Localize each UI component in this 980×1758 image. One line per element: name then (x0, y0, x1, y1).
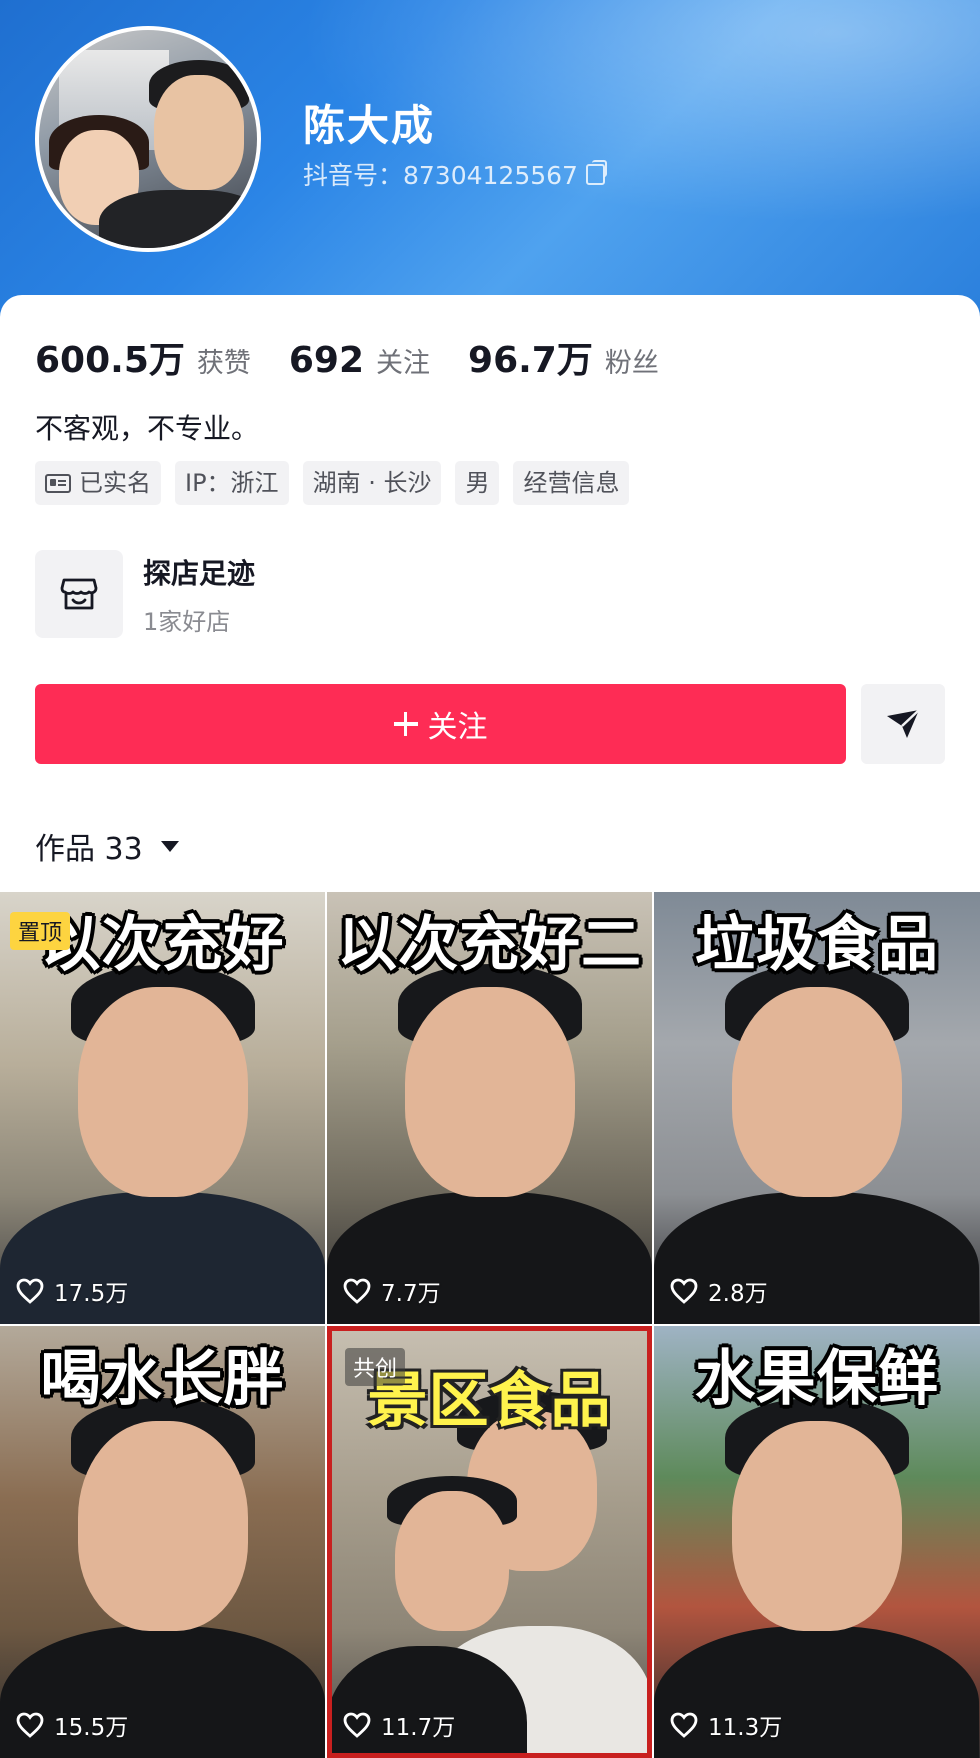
tag-location[interactable]: 湖南 · 长沙 (302, 461, 442, 505)
plus-icon (393, 712, 418, 736)
video-title: 水果保鲜 (695, 1344, 939, 1414)
like-count-text: 11.3万 (708, 1715, 783, 1741)
tag-label: 已实名 (79, 469, 151, 497)
tag-label: 男 (465, 469, 490, 497)
stat-followers[interactable]: 96.7万 粉丝 (468, 331, 659, 383)
person-face (405, 987, 575, 1197)
stat-following[interactable]: 692 关注 (289, 340, 430, 381)
like-count: 11.7万 (343, 1708, 455, 1742)
heart-icon (670, 1278, 698, 1304)
heart-icon (16, 1278, 44, 1304)
video-title: 喝水长胖 (40, 1344, 285, 1414)
like-count: 2.8万 (670, 1274, 768, 1308)
shop-title: 探店足迹 (143, 556, 256, 590)
video-title: 垃圾食品 (695, 910, 939, 980)
stat-likes: 600.5万 获赞 (35, 331, 251, 383)
id-card-icon (45, 473, 71, 493)
follow-label: 关注 (427, 711, 488, 744)
video-thumbnail[interactable]: 以次充好 置顶 17.5万 (0, 892, 325, 1324)
stats-row: 600.5万 获赞 692 关注 96.7万 粉丝 (35, 331, 697, 383)
person-face (732, 987, 902, 1197)
works-label: 作品 33 (35, 832, 143, 867)
avatar-face (154, 75, 244, 190)
stat-label: 获赞 (196, 348, 251, 379)
douyin-id-text: 抖音号：87304125567 (303, 161, 578, 190)
like-count: 17.5万 (16, 1274, 128, 1308)
like-count: 11.3万 (670, 1708, 782, 1742)
shop-subtitle: 1家好店 (143, 607, 231, 636)
like-count: 7.7万 (343, 1274, 441, 1308)
avatar[interactable] (35, 26, 261, 252)
store-icon (60, 578, 98, 610)
copy-icon[interactable] (585, 159, 607, 185)
like-count-text: 2.8万 (708, 1281, 768, 1307)
profile-name: 陈大成 (303, 101, 436, 150)
person-face (78, 987, 248, 1197)
tag-label: IP：浙江 (185, 469, 279, 497)
send-icon (887, 709, 920, 738)
like-count-text: 11.7万 (381, 1715, 456, 1741)
stat-label: 关注 (376, 348, 431, 379)
co-creation-badge: 共创 (345, 1348, 406, 1386)
person-face (395, 1491, 509, 1631)
shop-text: 探店足迹 1家好店 (143, 552, 255, 637)
share-button[interactable] (861, 684, 945, 764)
heart-icon (16, 1712, 44, 1738)
person-face (732, 1421, 902, 1631)
tag-ip: IP：浙江 (175, 461, 289, 505)
video-thumbnail[interactable]: 水果保鲜 11.3万 (654, 1326, 980, 1758)
tag-label: 湖南 · 长沙 (312, 469, 432, 497)
video-thumbnail[interactable]: 景区食品 共创 11.7万 (327, 1326, 652, 1758)
tag-verified[interactable]: 已实名 (35, 461, 161, 505)
shop-icon-box (35, 550, 123, 638)
video-title: 以次充好二 (337, 910, 642, 980)
tag-business-info[interactable]: 经营信息 (513, 461, 630, 505)
tag-list: 已实名 IP：浙江 湖南 · 长沙 男 经营信息 (35, 461, 630, 505)
heart-icon (343, 1278, 371, 1304)
pinned-badge: 置顶 (10, 912, 71, 950)
video-thumbnail[interactable]: 以次充好二 7.7万 (327, 892, 652, 1324)
like-count: 15.5万 (16, 1708, 128, 1742)
caret-down-icon (160, 840, 179, 852)
douyin-id: 抖音号：87304125567 (303, 156, 607, 192)
heart-icon (343, 1712, 371, 1738)
profile-card: 600.5万 获赞 692 关注 96.7万 粉丝 不客观，不专业。 已实名 I… (0, 295, 980, 1758)
heart-icon (670, 1712, 698, 1738)
video-grid: 以次充好 置顶 17.5万 以次充好二 7.7万 垃圾食品 2.8万 喝水长胖 … (0, 892, 980, 1758)
bio: 不客观，不专业。 (35, 412, 260, 445)
like-count-text: 17.5万 (54, 1281, 129, 1307)
like-count-text: 7.7万 (381, 1281, 441, 1307)
person-face (78, 1421, 248, 1631)
stat-value: 600.5万 (35, 340, 185, 381)
stat-value: 96.7万 (468, 340, 593, 381)
follow-button[interactable]: 关注 (35, 684, 846, 764)
video-thumbnail[interactable]: 垃圾食品 2.8万 (654, 892, 980, 1324)
like-count-text: 15.5万 (54, 1715, 129, 1741)
video-thumbnail[interactable]: 喝水长胖 15.5万 (0, 1326, 325, 1758)
shop-visits-entry[interactable]: 探店足迹 1家好店 (35, 550, 255, 638)
profile-header: 陈大成 抖音号：87304125567 (0, 0, 980, 330)
works-tab[interactable]: 作品 33 (35, 824, 179, 868)
tag-label: 经营信息 (523, 469, 620, 497)
stat-label: 粉丝 (604, 348, 659, 379)
tag-gender: 男 (455, 461, 500, 505)
stat-value: 692 (288, 340, 365, 381)
avatar-body (99, 190, 257, 248)
